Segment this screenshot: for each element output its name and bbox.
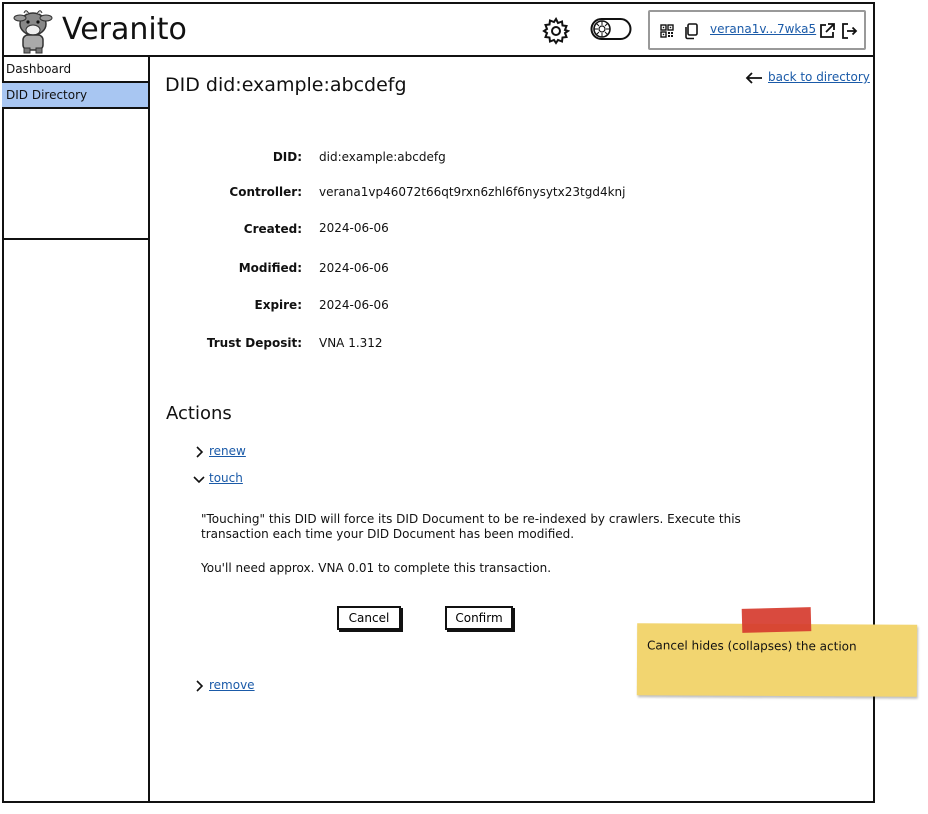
sticky-note-text: Cancel hides (collapses) the action [647,638,857,654]
did-value: did:example:abcdefg [319,150,446,164]
chevron-down-icon[interactable] [193,473,205,485]
brand-name: Veranito [62,12,187,47]
actions-title: Actions [166,403,232,424]
expire-label: Expire: [254,298,303,312]
back-to-directory-link[interactable]: back to directory [768,70,870,84]
sidebar-item-did-directory[interactable]: DID Directory [2,83,148,109]
back-arrow-icon[interactable] [745,70,763,86]
renew-action-link[interactable]: renew [209,444,246,458]
qr-icon[interactable] [660,24,674,38]
header: Veranito verana1v...7wka5 [2,2,875,57]
cancel-button[interactable]: Cancel [337,606,401,630]
sticky-note: Cancel hides (collapses) the action [636,623,918,697]
touch-cost-note: You'll need approx. VNA 0.01 to complete… [201,561,552,575]
did-label: DID: [272,150,302,164]
logout-icon[interactable] [840,22,858,40]
cow-logo-icon [13,10,53,54]
touch-action-link[interactable]: touch [209,471,243,485]
gear-icon[interactable] [542,17,570,45]
remove-action-link[interactable]: remove [209,678,255,692]
external-link-icon[interactable] [818,22,836,40]
sticky-tape [741,607,812,633]
expire-value: 2024-06-06 [319,298,389,312]
confirm-button[interactable]: Confirm [445,606,513,630]
created-label: Created: [243,222,302,236]
chevron-right-icon[interactable] [193,680,205,692]
trust-deposit-label: Trust Deposit: [206,336,302,350]
created-value: 2024-06-06 [319,221,389,235]
sidebar: Dashboard DID Directory [2,57,150,240]
page-title: DID did:example:abcdefg [165,74,407,96]
touch-description: "Touching" this DID will force its DID D… [201,512,741,541]
modified-value: 2024-06-06 [319,261,389,275]
sidebar-item-dashboard[interactable]: Dashboard [2,57,148,83]
toggle-icon[interactable] [590,16,632,42]
wallet-address-link[interactable]: verana1v...7wka5 [710,22,816,36]
controller-value: verana1vp46072t66qt9rxn6zhl6f6nysytx23tg… [319,185,626,199]
sidebar-lower-panel [2,240,150,803]
copy-icon[interactable] [682,22,700,40]
wallet-box: verana1v...7wka5 [648,10,866,50]
modified-label: Modified: [238,261,302,275]
controller-label: Controller: [229,185,302,199]
trust-deposit-value: VNA 1.312 [319,336,383,350]
chevron-right-icon[interactable] [193,446,205,458]
